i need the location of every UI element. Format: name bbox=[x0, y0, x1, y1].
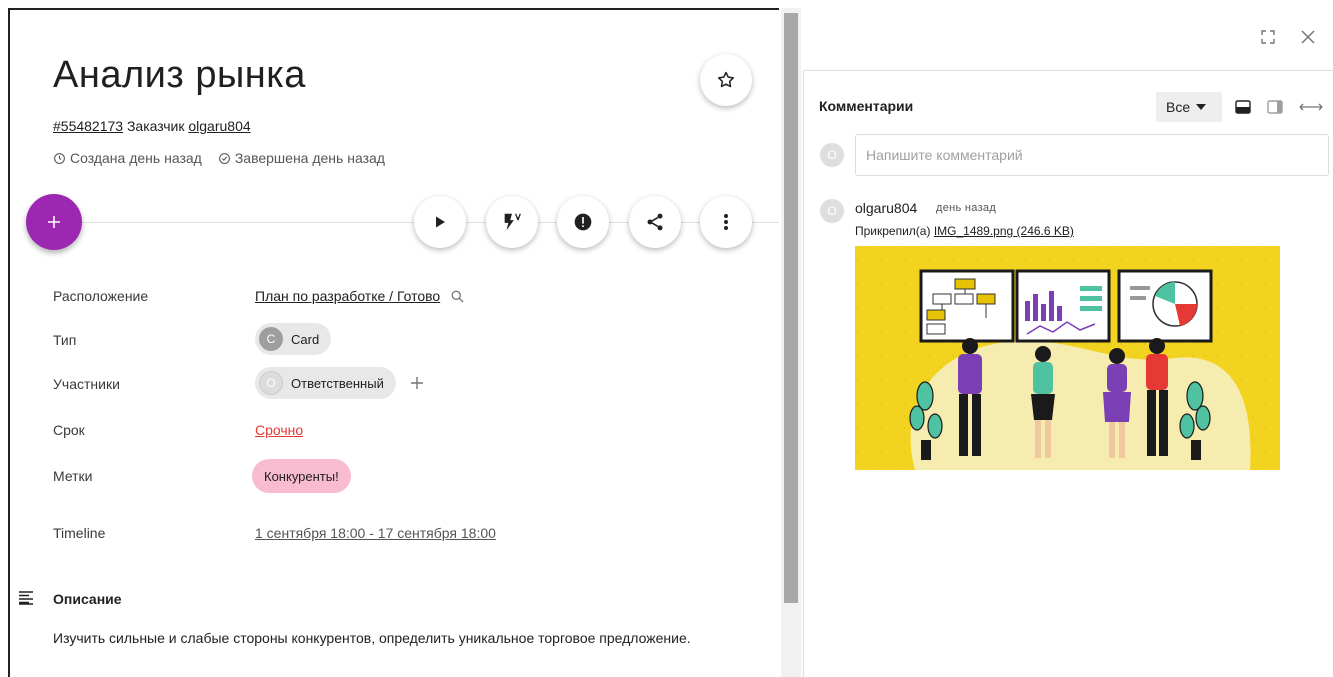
due-label: Срок bbox=[53, 422, 85, 438]
page: Анализ рынка #55482173 Заказчик olgaru80… bbox=[0, 0, 1333, 677]
play-icon bbox=[436, 216, 445, 228]
presentation-illustration bbox=[855, 246, 1280, 470]
card-dates: Создана день назад Завершена день назад bbox=[53, 150, 385, 166]
alert-icon bbox=[574, 213, 592, 231]
comment-avatar: O bbox=[820, 199, 844, 223]
timeline-value: 1 сентября 18:00 - 17 сентября 18:00 bbox=[255, 525, 496, 541]
tags-value: Конкуренты! bbox=[252, 459, 351, 493]
type-chip[interactable]: C Card bbox=[255, 323, 332, 355]
tags-label: Метки bbox=[53, 468, 93, 484]
plus-icon bbox=[48, 216, 60, 228]
filter-value: Все bbox=[1166, 99, 1191, 115]
customer-label: Заказчик bbox=[126, 118, 185, 134]
add-member-icon[interactable] bbox=[410, 376, 424, 390]
expand-width-button[interactable] bbox=[1298, 98, 1324, 116]
attachment-image[interactable] bbox=[855, 246, 1280, 470]
share-icon bbox=[647, 213, 663, 231]
customer-link[interactable]: olgaru804 bbox=[188, 118, 250, 134]
type-avatar: C bbox=[259, 327, 283, 351]
type-label: Тип bbox=[53, 332, 77, 348]
scrollbar-thumb[interactable] bbox=[784, 13, 798, 603]
due-link[interactable]: Срочно bbox=[255, 422, 303, 438]
comment-attachment-line: Прикрепил(а) IMG_1489.png (246.6 KB) bbox=[855, 224, 1074, 238]
location-link[interactable]: План по разработке / Готово bbox=[255, 288, 440, 304]
responsible-chip-label: Ответственный bbox=[291, 375, 384, 391]
close-button[interactable] bbox=[1298, 27, 1318, 47]
responsible-chip[interactable]: O Ответственный bbox=[255, 367, 396, 399]
tag-chip[interactable]: Конкуренты! bbox=[252, 459, 351, 493]
add-button[interactable] bbox=[26, 194, 82, 250]
flash-auto-icon bbox=[504, 213, 521, 231]
created-text: Создана день назад bbox=[70, 150, 202, 166]
attach-prefix: Прикрепил(а) bbox=[855, 224, 931, 238]
card-panel: Анализ рынка #55482173 Заказчик olgaru80… bbox=[8, 8, 779, 677]
due-value: Срочно bbox=[255, 422, 303, 438]
description-icon bbox=[18, 591, 34, 610]
view-side-button[interactable] bbox=[1266, 98, 1284, 116]
comment-time: день назад bbox=[936, 202, 997, 214]
card-id-link[interactable]: #55482173 bbox=[53, 118, 123, 134]
comment-author[interactable]: olgaru804 bbox=[855, 200, 917, 216]
type-chip-label: Card bbox=[291, 331, 320, 347]
view-bottom-button[interactable] bbox=[1234, 98, 1252, 116]
right-toolbar bbox=[801, 8, 1333, 70]
star-icon bbox=[717, 71, 735, 88]
fullscreen-icon bbox=[1261, 30, 1275, 44]
members-label: Участники bbox=[53, 376, 120, 392]
comment-input[interactable] bbox=[855, 134, 1329, 176]
play-button[interactable] bbox=[414, 196, 466, 248]
more-vertical-icon bbox=[724, 214, 728, 230]
location-value: План по разработке / Готово bbox=[255, 288, 465, 304]
share-button[interactable] bbox=[629, 196, 681, 248]
close-icon bbox=[1301, 30, 1315, 44]
panel-bottom-icon bbox=[1235, 100, 1251, 114]
timeline-label: Timeline bbox=[53, 525, 106, 541]
comments-title: Комментарии bbox=[819, 98, 914, 114]
description-text[interactable]: Изучить сильные и слабые стороны конкуре… bbox=[53, 627, 753, 649]
timeline-link[interactable]: 1 сентября 18:00 - 17 сентября 18:00 bbox=[255, 525, 496, 541]
search-icon[interactable] bbox=[450, 289, 465, 304]
description-title: Описание bbox=[53, 591, 122, 607]
comments-panel: Комментарии Все O O olgaru804 день назад… bbox=[803, 70, 1333, 677]
more-button[interactable] bbox=[700, 196, 752, 248]
fullscreen-button[interactable] bbox=[1258, 27, 1278, 47]
members-value: O Ответственный bbox=[255, 367, 424, 399]
current-user-avatar: O bbox=[820, 143, 844, 167]
arrows-horizontal-icon bbox=[1299, 103, 1323, 111]
clock-icon bbox=[54, 152, 65, 164]
location-label: Расположение bbox=[53, 288, 149, 304]
type-value: C Card bbox=[255, 323, 332, 355]
completed-text: Завершена день назад bbox=[234, 150, 385, 166]
attachment-link[interactable]: IMG_1489.png (246.6 KB) bbox=[934, 224, 1074, 238]
automation-button[interactable] bbox=[486, 196, 538, 248]
member-avatar: O bbox=[259, 371, 283, 395]
favorite-button[interactable] bbox=[700, 54, 752, 106]
card-meta: #55482173 Заказчик olgaru804 bbox=[53, 118, 251, 134]
priority-button[interactable] bbox=[557, 196, 609, 248]
check-circle-icon bbox=[218, 152, 230, 164]
comments-filter-select[interactable]: Все bbox=[1156, 92, 1222, 122]
panel-side-icon bbox=[1267, 100, 1283, 114]
dropdown-arrow-icon bbox=[1196, 104, 1207, 110]
card-title[interactable]: Анализ рынка bbox=[53, 54, 306, 97]
left-scrollbar[interactable] bbox=[781, 8, 801, 677]
